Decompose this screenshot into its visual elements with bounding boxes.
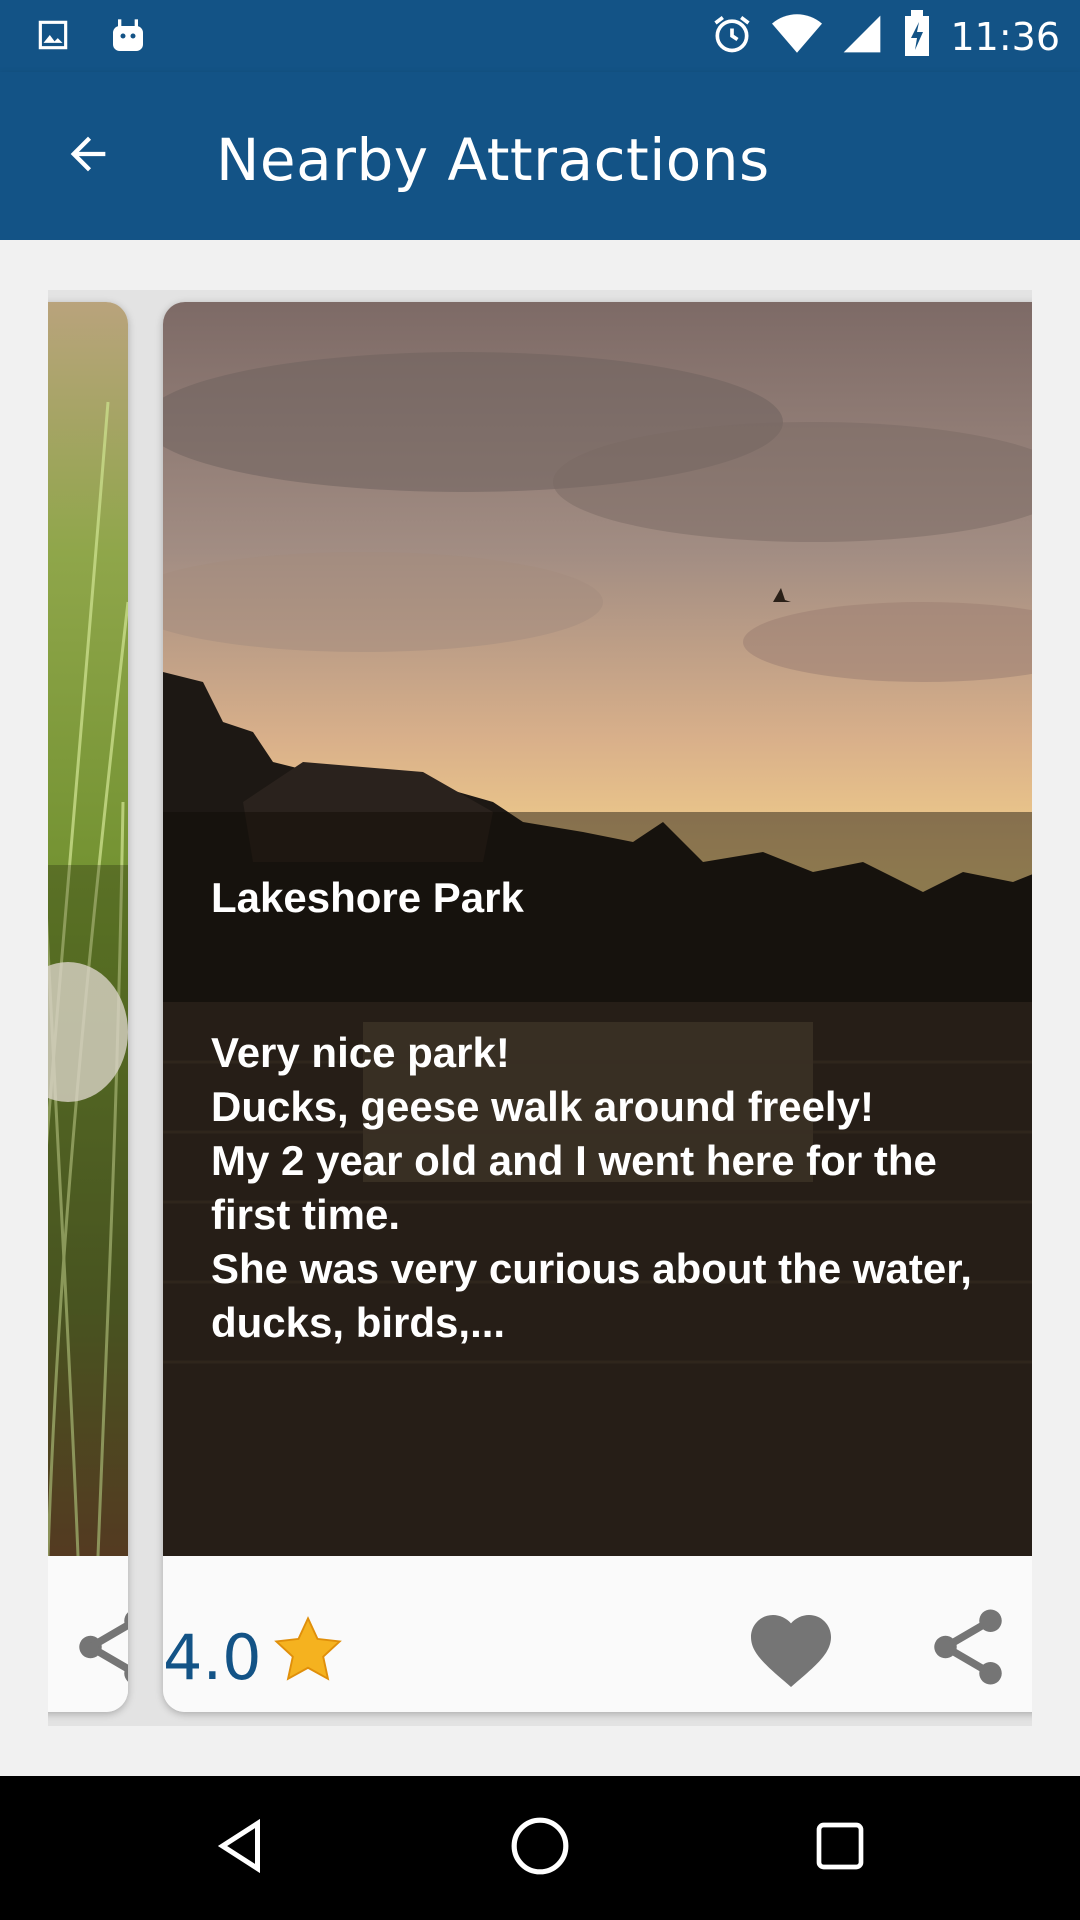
nav-back-button[interactable]	[190, 1798, 290, 1898]
app-bar: Nearby Attractions	[0, 72, 1080, 240]
signal-icon	[840, 12, 884, 61]
attraction-card-previous[interactable]	[48, 302, 128, 1712]
heart-icon	[743, 1615, 839, 1696]
card-image-previous	[48, 302, 128, 1557]
share-icon[interactable]	[68, 1602, 128, 1697]
recents-icon	[812, 1818, 868, 1879]
attraction-card-lakeshore-park[interactable]: Lakeshore Park Very nice park! Ducks, ge…	[163, 302, 1032, 1712]
attraction-review: Very nice park! Ducks, geese walk around…	[211, 1029, 972, 1346]
content-area: Lakeshore Park Very nice park! Ducks, ge…	[0, 240, 1080, 1776]
attraction-title: Lakeshore Park	[211, 874, 524, 921]
image-icon	[34, 16, 72, 61]
status-right-icons: 11:36	[710, 10, 1060, 63]
android-icon	[108, 16, 148, 61]
status-time: 11:36	[950, 14, 1060, 59]
star-icon	[270, 1612, 346, 1703]
alarm-icon	[710, 12, 754, 61]
share-icon	[923, 1609, 1013, 1696]
status-bar: 11:36	[0, 0, 1080, 72]
navigation-bar	[0, 1776, 1080, 1920]
rating: 4.0	[163, 1612, 346, 1703]
arrow-back-icon	[62, 128, 114, 185]
rating-value: 4.0	[163, 1621, 262, 1694]
card-footer-previous	[48, 1556, 128, 1712]
wifi-icon	[772, 12, 823, 61]
back-icon	[210, 1814, 270, 1883]
favorite-button[interactable]	[743, 1602, 839, 1692]
home-icon	[509, 1815, 571, 1882]
share-button[interactable]	[923, 1602, 1013, 1692]
back-button[interactable]	[40, 108, 136, 204]
battery-charging-icon	[902, 10, 932, 63]
attractions-pager[interactable]: Lakeshore Park Very nice park! Ducks, ge…	[48, 290, 1032, 1726]
nav-recents-button[interactable]	[790, 1798, 890, 1898]
nav-home-button[interactable]	[490, 1798, 590, 1898]
card-footer: 4.0	[163, 1556, 1032, 1712]
status-left-icons	[34, 16, 148, 61]
page-title: Nearby Attractions	[216, 126, 770, 194]
